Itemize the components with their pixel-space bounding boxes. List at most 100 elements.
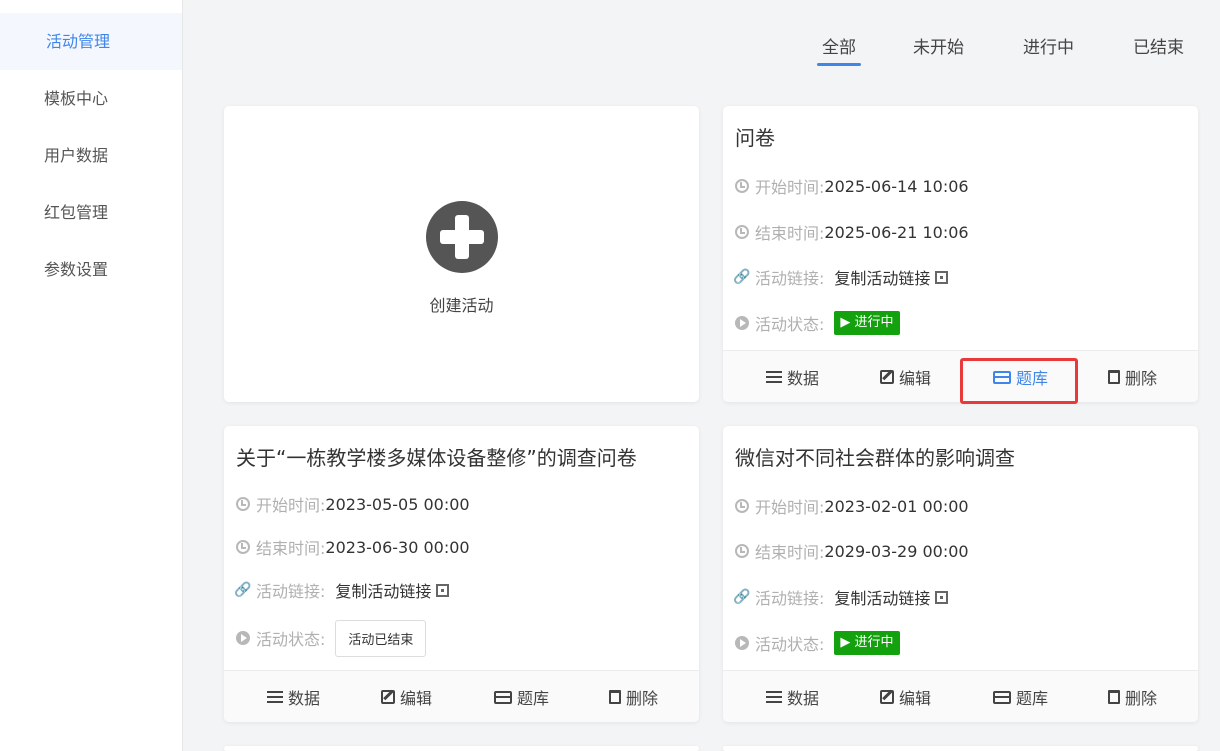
copy-link-button[interactable]: 复制活动链接 [834, 265, 930, 289]
card-actions: 数据 编辑 题库 删除 [723, 670, 1198, 722]
data-button[interactable]: 数据 [267, 671, 320, 723]
sidebar-item-template-center[interactable]: 模板中心 [0, 70, 182, 127]
activity-link-label: 活动链接: [256, 582, 326, 601]
end-time-value: 2029-03-29 00:00 [824, 541, 969, 561]
copy-link-button[interactable]: 复制活动链接 [834, 585, 930, 609]
link-icon: 🔗 [733, 269, 751, 285]
question-bank-button[interactable]: 题库 [993, 671, 1048, 723]
create-activity-label: 创建活动 [429, 296, 494, 315]
question-bank-button[interactable]: 题库 [494, 671, 549, 723]
activity-status-label: 活动状态: [256, 630, 326, 649]
edit-icon [381, 690, 395, 704]
tab-active-indicator [817, 63, 861, 66]
tab-all-label: 全部 [822, 38, 856, 58]
sidebar-item-red-packet[interactable]: 红包管理 [0, 184, 182, 241]
activity-status-row: 活动状态: 活动已结束 [236, 619, 427, 657]
data-button[interactable]: 数据 [766, 351, 819, 403]
play-circle-icon [735, 316, 749, 330]
qrcode-icon[interactable] [436, 583, 450, 597]
link-icon: 🔗 [234, 582, 252, 598]
tab-not-started[interactable]: 未开始 [913, 33, 964, 58]
activity-card: 微信对不同社会群体的影响调查 开始时间: 2023-02-01 00:00 结束… [723, 426, 1198, 722]
question-bank-icon [494, 690, 512, 704]
start-time-row: 开始时间: 2023-02-01 00:00 [735, 494, 969, 518]
question-bank-button-label: 题库 [517, 689, 550, 708]
activity-title: 微信对不同社会群体的影响调查 [735, 446, 1015, 470]
edit-button[interactable]: 编辑 [880, 671, 931, 723]
link-icon: 🔗 [733, 589, 751, 605]
sidebar-item-settings[interactable]: 参数设置 [0, 241, 182, 298]
data-button-label: 数据 [288, 689, 321, 708]
end-time-label: 结束时间: [256, 539, 326, 558]
delete-button-label: 删除 [1125, 369, 1158, 388]
start-time-label: 开始时间: [755, 498, 825, 517]
list-icon [766, 371, 782, 383]
create-activity-card[interactable]: 创建活动 [224, 106, 699, 402]
delete-button[interactable]: 删除 [609, 671, 658, 723]
start-time-label: 开始时间: [256, 496, 326, 515]
qrcode-icon[interactable] [935, 590, 949, 604]
clock-icon [236, 540, 250, 554]
edit-button-label: 编辑 [899, 689, 932, 708]
activity-card-partial [723, 746, 1198, 751]
end-time-label: 结束时间: [755, 224, 825, 243]
status-badge: ▶ 进行中 [834, 311, 900, 335]
list-icon [766, 691, 782, 703]
end-time-row: 结束时间: 2025-06-21 10:06 [735, 220, 969, 244]
status-tabs: 全部 未开始 进行中 已结束 [0, 33, 1220, 73]
sidebar: 活动管理 模板中心 用户数据 红包管理 参数设置 [0, 0, 183, 751]
edit-icon [880, 370, 894, 384]
activity-status-label: 活动状态: [755, 315, 825, 334]
clock-icon [236, 497, 250, 511]
status-badge: 活动已结束 [335, 619, 427, 657]
end-time-label: 结束时间: [755, 543, 825, 562]
edit-button-label: 编辑 [400, 689, 433, 708]
trash-icon [1108, 690, 1120, 704]
activity-card: 问卷 开始时间: 2025-06-14 10:06 结束时间: 2025-06-… [723, 106, 1198, 404]
clock-icon [735, 544, 749, 558]
delete-button-label: 删除 [1125, 689, 1158, 708]
activity-status-row: 活动状态: ▶ 进行中 [735, 631, 900, 655]
edit-button-label: 编辑 [899, 369, 932, 388]
clock-icon [735, 225, 749, 239]
card-actions: 数据 编辑 题库 删除 [224, 670, 699, 722]
tab-all[interactable]: 全部 [817, 33, 861, 66]
status-badge-text: 进行中 [854, 635, 894, 650]
copy-link-button[interactable]: 复制活动链接 [335, 578, 431, 602]
data-button-label: 数据 [787, 689, 820, 708]
activity-link-label: 活动链接: [755, 269, 825, 288]
plus-circle-icon[interactable] [426, 201, 498, 273]
delete-button[interactable]: 删除 [1108, 671, 1157, 723]
activity-link-row: 🔗 活动链接: 复制活动链接 [733, 265, 949, 289]
delete-button-label: 删除 [626, 689, 659, 708]
edit-button[interactable]: 编辑 [381, 671, 432, 723]
start-time-label: 开始时间: [755, 178, 825, 197]
status-badge-text: 进行中 [854, 315, 894, 330]
start-time-row: 开始时间: 2025-06-14 10:06 [735, 174, 969, 198]
play-circle-icon [236, 631, 250, 645]
edit-button[interactable]: 编辑 [880, 351, 931, 403]
end-time-value: 2025-06-21 10:06 [824, 222, 969, 242]
activity-link-row: 🔗 活动链接: 复制活动链接 [234, 578, 450, 602]
activity-card-partial [224, 746, 699, 751]
delete-button[interactable]: 删除 [1108, 351, 1157, 403]
activity-link-row: 🔗 活动链接: 复制活动链接 [733, 585, 949, 609]
trash-icon [609, 690, 621, 704]
sidebar-item-user-data[interactable]: 用户数据 [0, 127, 182, 184]
end-time-row: 结束时间: 2023-06-30 00:00 [236, 535, 470, 559]
clock-icon [735, 179, 749, 193]
tab-not-started-label: 未开始 [913, 38, 964, 58]
activity-title: 关于“一栋教学楼多媒体设备整修”的调查问卷 [236, 446, 637, 470]
status-badge: ▶ 进行中 [834, 631, 900, 655]
tab-in-progress[interactable]: 进行中 [1023, 33, 1074, 58]
tab-ended[interactable]: 已结束 [1133, 33, 1184, 58]
trash-icon [1108, 370, 1120, 384]
start-time-value: 2023-05-05 00:00 [325, 494, 470, 514]
end-time-row: 结束时间: 2029-03-29 00:00 [735, 539, 969, 563]
clock-icon [735, 499, 749, 513]
qrcode-icon[interactable] [935, 270, 949, 284]
activity-card: 关于“一栋教学楼多媒体设备整修”的调查问卷 开始时间: 2023-05-05 0… [224, 426, 699, 722]
question-bank-button-label: 题库 [1016, 689, 1049, 708]
data-button[interactable]: 数据 [766, 671, 819, 723]
start-time-row: 开始时间: 2023-05-05 00:00 [236, 492, 470, 516]
